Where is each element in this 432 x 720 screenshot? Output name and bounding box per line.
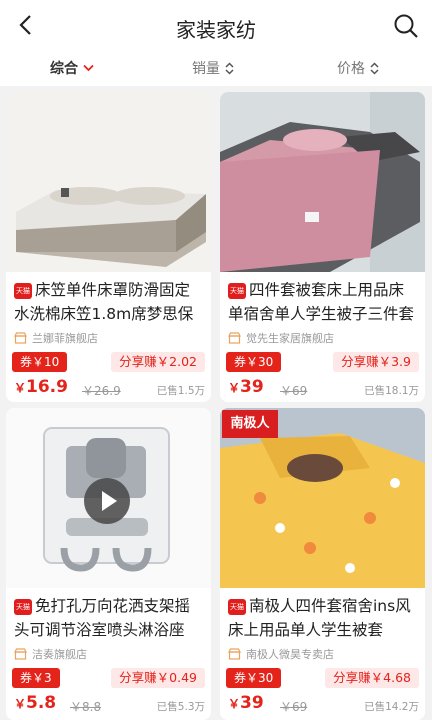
product-title-text: 免打孔万向花洒支架摇头可调节浴室喷头淋浴座 [14, 597, 191, 639]
tmall-badge: 天猫 [14, 599, 32, 615]
original-price: ￥26.9 [82, 384, 121, 398]
coupon-badge: 券￥10 [12, 352, 68, 372]
coupon-badge: 券￥30 [226, 352, 282, 372]
play-video-icon[interactable] [84, 478, 130, 524]
product-title: 天猫 免打孔万向花洒支架摇头可调节浴室喷头淋浴座 [14, 594, 203, 642]
shop-icon [228, 332, 241, 344]
shop-icon [14, 648, 27, 660]
price-value: 5.8 [26, 693, 57, 713]
sort-price-label: 价格 [337, 61, 365, 77]
shop-icon [14, 332, 27, 344]
shop-name[interactable]: 南极人微昊专卖店 [228, 646, 334, 662]
product-card[interactable]: 天猫 四件套被套床上用品床单宿舍单人学生被子三件套 觉先生家居旗舰店 券￥30 分… [220, 92, 425, 402]
currency-symbol: ￥ [14, 697, 27, 711]
price-value: 39 [240, 377, 264, 397]
sold-count: 已售18.1万 [364, 385, 419, 397]
original-price: ￥8.8 [70, 700, 102, 714]
tmall-badge: 天猫 [14, 283, 32, 299]
shop-name[interactable]: 兰娜菲旗舰店 [14, 330, 98, 346]
share-earn-button[interactable]: 分享赚￥2.02 [111, 352, 205, 372]
coupon-badge: 券￥3 [12, 668, 60, 688]
price: ￥5.8 [14, 692, 56, 715]
product-title: 天猫 南极人四件套宿舍ins风床上用品单人学生被套 [228, 594, 417, 642]
price: ￥39 [228, 376, 264, 399]
product-title: 天猫床笠单件床罩防滑固定水洗棉床笠1.8m席梦思保护套 [14, 278, 203, 326]
chevron-down-icon [83, 64, 94, 72]
currency-symbol: ￥ [228, 697, 241, 711]
original-price: ￥69 [280, 384, 308, 398]
product-title-text: 床笠单件床罩防滑固定水洗棉床笠1.8m席梦思保护套 [14, 281, 194, 323]
product-title-text: 四件套被套床上用品床单宿舍单人学生被子三件套 [228, 281, 415, 323]
currency-symbol: ￥ [228, 381, 241, 395]
sort-updown-icon [370, 61, 379, 75]
price: ￥39 [228, 692, 264, 715]
original-price: ￥69 [280, 700, 308, 714]
shop-name-text: 南极人微昊专卖店 [246, 648, 334, 661]
currency-symbol: ￥ [14, 381, 27, 395]
shop-name-text: 觉先生家居旗舰店 [246, 332, 334, 345]
product-card[interactable]: 天猫床笠单件床罩防滑固定水洗棉床笠1.8m席梦思保护套 兰娜菲旗舰店 券￥10 … [6, 92, 211, 402]
brand-logo: 南极人 [222, 410, 278, 438]
product-title: 天猫 四件套被套床上用品床单宿舍单人学生被子三件套 [228, 278, 417, 326]
share-earn-button[interactable]: 分享赚￥0.49 [111, 668, 205, 688]
sold-count: 已售1.5万 [156, 385, 205, 397]
product-title-text: 南极人四件套宿舍ins风床上用品单人学生被套 [228, 597, 411, 639]
shop-name-text: 兰娜菲旗舰店 [32, 332, 98, 345]
share-earn-button[interactable]: 分享赚￥4.68 [325, 668, 419, 688]
price-value: 39 [240, 693, 264, 713]
sort-sales[interactable]: 销量 [192, 58, 234, 78]
tmall-badge: 天猫 [228, 599, 246, 615]
product-card[interactable]: 南极人 天猫 南极人四件套宿舍ins风床上用品单人学生被套 南极人微昊专卖店 券￥… [220, 408, 425, 720]
shop-icon [228, 648, 241, 660]
share-earn-button[interactable]: 分享赚￥3.9 [333, 352, 419, 372]
sold-count: 已售5.3万 [156, 701, 205, 713]
sort-price[interactable]: 价格 [337, 58, 379, 78]
tmall-badge: 天猫 [228, 283, 246, 299]
search-icon[interactable] [392, 12, 420, 40]
shop-name-text: 洁奏旗舰店 [32, 648, 87, 661]
product-image-bedding-set [220, 92, 425, 272]
sort-updown-icon [225, 61, 234, 75]
sold-count: 已售14.2万 [364, 701, 419, 713]
product-image-shower-holder [6, 408, 211, 588]
product-image-mattress-cover [6, 92, 211, 272]
product-card[interactable]: 天猫 免打孔万向花洒支架摇头可调节浴室喷头淋浴座 洁奏旗舰店 券￥3 分享赚￥0.… [6, 408, 211, 720]
shop-name[interactable]: 洁奏旗舰店 [14, 646, 87, 662]
sort-comprehensive[interactable]: 综合 [50, 58, 94, 78]
shop-name[interactable]: 觉先生家居旗舰店 [228, 330, 334, 346]
sort-comprehensive-label: 综合 [50, 61, 78, 77]
product-image-yellow-bedding: 南极人 [220, 408, 425, 588]
price: ￥16.9 [14, 376, 68, 399]
price-value: 16.9 [26, 377, 68, 397]
sort-sales-label: 销量 [192, 61, 220, 77]
page-title: 家装家纺 [176, 18, 256, 42]
top-bar: 家装家纺 [0, 0, 432, 52]
coupon-badge: 券￥30 [226, 668, 282, 688]
sort-bar: 综合 销量 价格 [0, 52, 432, 86]
